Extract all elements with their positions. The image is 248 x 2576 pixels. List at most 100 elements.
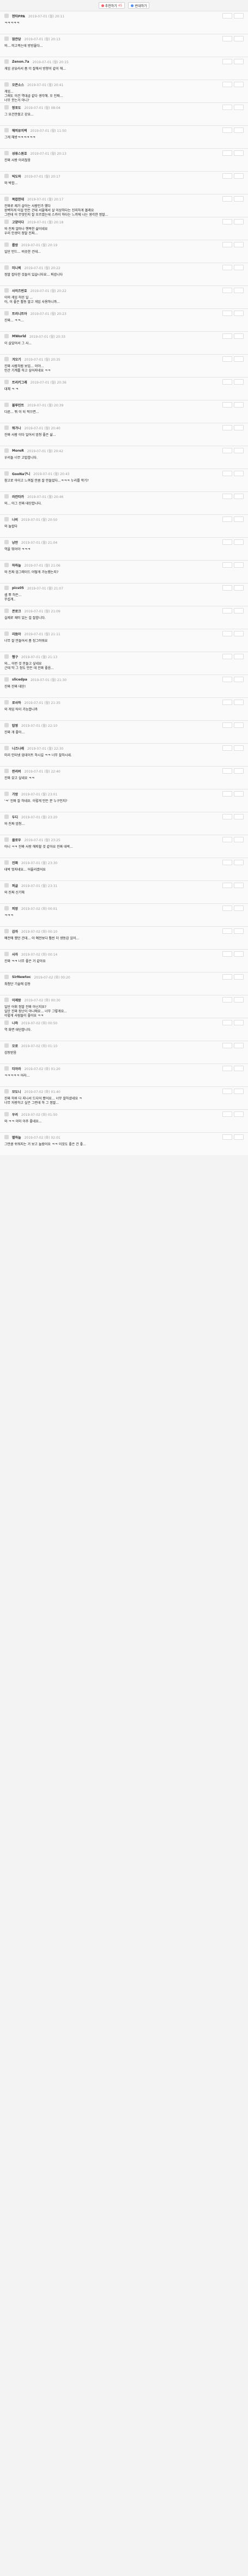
reply-button[interactable] (222, 425, 232, 430)
reply-button[interactable] (222, 722, 232, 728)
report-button[interactable] (234, 700, 244, 705)
reply-button[interactable] (222, 791, 232, 797)
report-button[interactable] (234, 585, 244, 591)
comment-author[interactable]: 낭만 (12, 540, 18, 545)
reply-button[interactable] (222, 562, 232, 568)
report-button[interactable] (234, 311, 244, 316)
report-button[interactable] (234, 951, 244, 957)
report-button[interactable] (234, 242, 244, 247)
comment-author[interactable]: 로사하 (12, 700, 21, 705)
reply-button[interactable] (222, 768, 232, 774)
report-button[interactable] (234, 1134, 244, 1140)
comment-author[interactable]: pics05 (12, 586, 24, 590)
reply-button[interactable] (222, 288, 232, 293)
report-button[interactable] (234, 791, 244, 797)
reply-button[interactable] (222, 906, 232, 911)
comment-author[interactable]: 이제왕 (12, 998, 21, 1003)
reply-button[interactable] (222, 860, 232, 865)
comment-author[interactable]: 항포도 (12, 105, 21, 110)
report-button[interactable] (234, 471, 244, 476)
reply-button[interactable] (222, 402, 232, 408)
report-button[interactable] (234, 631, 244, 636)
reply-button[interactable] (222, 59, 232, 64)
recommend-button[interactable]: 추천하기 45 (98, 2, 125, 9)
reply-button[interactable] (222, 585, 232, 591)
comment-author[interactable]: 니즈나래 (12, 746, 24, 751)
reply-button[interactable] (222, 196, 232, 202)
report-button[interactable] (234, 1043, 244, 1048)
report-button[interactable] (234, 974, 244, 980)
comment-author[interactable]: GooNa구니 (12, 471, 30, 476)
comment-author[interactable]: MoreR (12, 449, 24, 453)
comment-author[interactable]: 나하 (12, 1020, 18, 1025)
reply-button[interactable] (222, 539, 232, 545)
comment-author[interactable]: 블루민트 (12, 403, 24, 408)
comment-author[interactable]: 판리버 (12, 769, 21, 774)
reply-button[interactable] (222, 517, 232, 522)
report-button[interactable] (234, 173, 244, 179)
reply-button[interactable] (222, 974, 232, 980)
reply-button[interactable] (222, 356, 232, 362)
report-button[interactable] (234, 379, 244, 385)
comment-author[interactable]: 해피유지력 (12, 128, 27, 133)
reply-button[interactable] (222, 333, 232, 339)
reply-button[interactable] (222, 1089, 232, 1094)
comment-author[interactable]: SirNewtoc (12, 975, 31, 979)
reply-button[interactable] (222, 1020, 232, 1025)
reply-button[interactable] (222, 471, 232, 476)
comment-author[interactable]: 두디 (12, 815, 18, 819)
comment-author[interactable]: 잠깐당 (12, 37, 21, 41)
reply-button[interactable] (222, 997, 232, 1003)
comment-author[interactable]: 겨오기 (12, 357, 21, 362)
comment-author[interactable]: 탑영 (12, 723, 18, 728)
report-button[interactable] (234, 13, 244, 19)
report-button[interactable] (234, 356, 244, 362)
report-button[interactable] (234, 883, 244, 888)
report-button[interactable] (234, 105, 244, 110)
reply-button[interactable] (222, 1111, 232, 1117)
reply-button[interactable] (222, 13, 232, 19)
report-button[interactable] (234, 562, 244, 568)
comment-author[interactable]: 트리니트아 (12, 311, 27, 316)
comment-author[interactable]: 가방 (12, 792, 18, 797)
reply-button[interactable] (222, 631, 232, 636)
report-button[interactable] (234, 768, 244, 774)
comment-author[interactable]: 리듬아 (12, 631, 21, 636)
comment-author[interactable]: 퍼글 (12, 883, 18, 888)
report-button[interactable] (234, 288, 244, 293)
report-button[interactable] (234, 517, 244, 522)
comment-author[interactable]: slicedpa (12, 678, 27, 682)
comment-author[interactable]: 하하늘 (12, 563, 21, 568)
comment-author[interactable]: 클로우 (12, 837, 21, 842)
reply-button[interactable] (222, 219, 232, 224)
comment-author[interactable]: 콘로크 (12, 609, 21, 613)
reply-button[interactable] (222, 677, 232, 682)
reply-button[interactable] (222, 654, 232, 659)
report-button[interactable] (234, 402, 244, 408)
report-button[interactable] (234, 333, 244, 339)
reply-button[interactable] (222, 814, 232, 819)
comment-author[interactable]: 미니퀵 (12, 265, 21, 270)
report-button[interactable] (234, 860, 244, 865)
reply-button[interactable] (222, 494, 232, 499)
comment-author[interactable]: 빅도와 (12, 174, 21, 179)
report-button[interactable] (234, 608, 244, 613)
report-button[interactable] (234, 448, 244, 453)
reply-button[interactable] (222, 608, 232, 613)
report-button[interactable] (234, 837, 244, 842)
comment-author[interactable]: 우리 (12, 1112, 18, 1117)
reply-button[interactable] (222, 36, 232, 41)
reply-button[interactable] (222, 928, 232, 934)
report-button[interactable] (234, 219, 244, 224)
comment-author[interactable]: 사이즈번호 (12, 288, 27, 293)
reply-button[interactable] (222, 448, 232, 453)
comment-author[interactable]: 오픈소스 (12, 82, 24, 87)
report-button[interactable] (234, 677, 244, 682)
reply-button[interactable] (222, 883, 232, 888)
reply-button[interactable] (222, 1043, 232, 1048)
reply-button[interactable] (222, 82, 232, 87)
reply-button[interactable] (222, 242, 232, 247)
report-button[interactable] (234, 928, 244, 934)
report-button[interactable] (234, 150, 244, 156)
comment-author[interactable]: 뭐가나 (12, 426, 21, 430)
